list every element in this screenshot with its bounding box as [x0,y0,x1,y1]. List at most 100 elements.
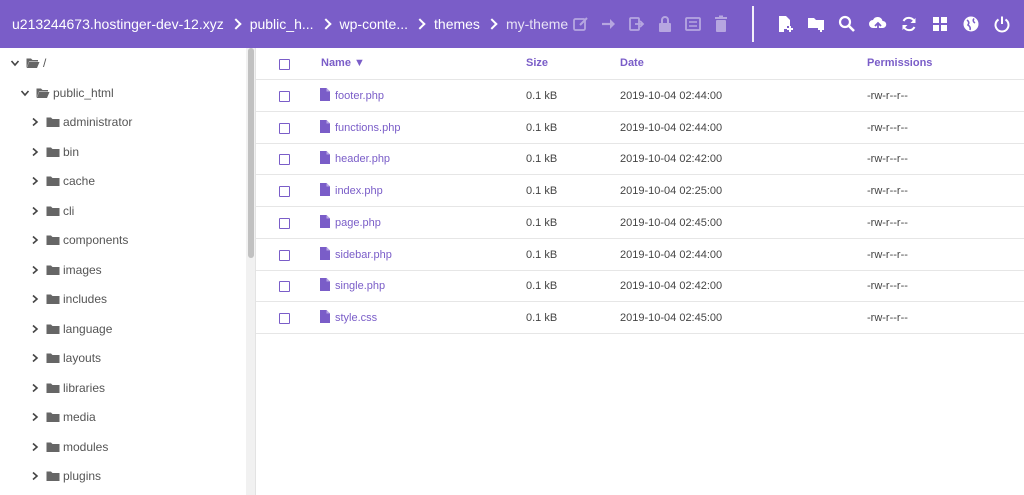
file-name-link[interactable]: index.php [335,185,383,197]
globe-icon[interactable] [962,15,980,33]
file-permissions: -rw-r--r-- [867,280,908,293]
refresh-icon[interactable] [900,15,918,33]
column-header-date[interactable]: Date [620,57,644,69]
new-folder-icon[interactable] [807,15,825,33]
table-row[interactable]: page.php 0.1 kB 2019-10-04 02:45:00 -rw-r--… [256,207,1024,239]
column-header-permissions[interactable]: Permissions [867,57,932,69]
file-icon [320,214,330,228]
chevron-right-icon[interactable] [28,233,42,247]
tree-item-cache[interactable]: cache [28,171,95,191]
chevron-right-icon[interactable] [28,381,42,395]
chevron-right-icon[interactable] [28,204,42,218]
tree-item-media[interactable]: media [28,407,96,427]
tree-item-components[interactable]: components [28,230,128,250]
table-row[interactable]: header.php 0.1 kB 2019-10-04 02:42:00 -rw-r… [256,143,1024,176]
column-header-name[interactable]: Name ▼ [321,57,365,69]
chevron-down-icon[interactable] [18,86,32,100]
folder-icon [46,233,60,247]
row-checkbox[interactable] [279,154,290,166]
tree-item-root[interactable]: / [8,53,46,73]
file-date: 2019-10-04 02:45:00 [620,216,723,229]
folder-icon [46,174,60,188]
tree-item-plugins[interactable]: plugins [28,466,101,486]
folder-icon [46,115,60,129]
breadcrumb-item-domain[interactable]: u213244673.hostinger-dev-12.xyz [12,16,224,32]
chevron-right-icon[interactable] [28,351,42,365]
file-name-link[interactable]: header.php [335,153,390,165]
file-size: 0.1 kB [526,248,558,261]
file-name-link[interactable]: functions.php [335,122,400,134]
archive-icon[interactable] [684,15,702,33]
tree-item-label: layouts [63,351,102,365]
tree-item-includes[interactable]: includes [28,289,107,309]
chevron-right-icon[interactable] [28,115,42,129]
layout-icon[interactable] [931,15,949,33]
row-checkbox[interactable] [279,281,290,293]
tree-item-administrator[interactable]: administrator [28,112,132,132]
file-name-link[interactable]: single.php [335,280,385,292]
breadcrumb-item-themes[interactable]: themes [434,16,480,32]
table-row[interactable]: functions.php 0.1 kB 2019-10-04 02:44:00 -r… [256,112,1024,144]
column-header-size[interactable]: Size [526,57,548,69]
chevron-right-icon[interactable] [28,440,42,454]
row-checkbox[interactable] [279,91,290,102]
tree-item-images[interactable]: images [28,260,102,280]
tree-item-modules[interactable]: modules [28,437,108,457]
upload-icon[interactable] [869,15,887,33]
tree-item-bin[interactable]: bin [28,142,79,162]
chevron-down-icon[interactable] [8,56,22,70]
select-all-checkbox[interactable] [279,59,290,70]
file-name-link[interactable]: footer.php [335,90,384,102]
row-checkbox[interactable] [279,249,290,261]
chevron-right-icon[interactable] [28,292,42,306]
file-icon [320,278,330,292]
tree-item-label: media [63,410,96,424]
new-file-icon[interactable] [776,15,794,33]
tree-item-libraries[interactable]: libraries [28,378,105,398]
row-checkbox[interactable] [279,217,290,229]
table-row[interactable]: index.php 0.1 kB 2019-10-04 02:25:00 -rw-r-… [256,175,1024,208]
tree-item-public-html[interactable]: public_html [18,83,114,103]
file-name-link[interactable]: style.css [335,312,377,324]
chevron-right-icon[interactable] [28,263,42,277]
tree-item-cli[interactable]: cli [28,201,74,221]
file-name-link[interactable]: sidebar.php [335,249,392,261]
sidebar-scrollbar[interactable] [246,48,255,495]
table-row[interactable]: sidebar.php 0.1 kB 2019-10-04 02:44:00 -rw-… [256,239,1024,271]
breadcrumb-item-current: my-theme [505,16,569,32]
folder-open-icon [36,86,50,100]
folder-tree: / public_html administrator bin cache cli co… [0,48,256,495]
file-size: 0.1 kB [526,153,558,166]
tree-item-label: images [63,262,102,277]
table-row[interactable]: single.php 0.1 kB 2019-10-04 02:42:00 -rw-r… [256,270,1024,303]
breadcrumb-item-wp-content[interactable]: wp-conte... [340,16,408,32]
row-checkbox[interactable] [279,122,290,134]
row-checkbox[interactable] [279,186,290,198]
folder-open-icon [26,56,40,70]
tree-item-language[interactable]: language [28,319,112,339]
file-list: Name ▼ Size Date Permissions footer.php 0… [256,48,1024,495]
logout-icon[interactable] [993,15,1011,33]
chevron-right-icon[interactable] [28,469,42,483]
file-permissions: -rw-r--r-- [867,90,908,102]
table-row[interactable]: style.css 0.1 kB 2019-10-04 02:45:00 -rw-r-… [256,302,1024,334]
folder-icon [46,351,60,365]
chevron-right-icon[interactable] [28,322,42,336]
edit-icon[interactable] [572,15,590,33]
chevron-right-icon[interactable] [28,410,42,424]
file-size: 0.1 kB [526,280,558,293]
delete-icon[interactable] [712,15,730,33]
chevron-right-icon[interactable] [28,145,42,159]
chevron-right-icon[interactable] [28,174,42,188]
move-icon[interactable] [600,15,618,33]
row-checkbox[interactable] [279,312,290,324]
tree-item-layouts[interactable]: layouts [28,348,101,368]
permissions-icon[interactable] [656,15,674,33]
table-row[interactable]: footer.php 0.1 kB 2019-10-04 02:44:00 -rw-r… [256,80,1024,112]
breadcrumb-item-public-html[interactable]: public_h... [250,16,314,32]
file-date: 2019-10-04 02:45:00 [620,311,723,324]
scrollbar-thumb[interactable] [248,48,254,258]
file-name-link[interactable]: page.php [335,217,381,229]
search-icon[interactable] [838,15,856,33]
rename-icon[interactable] [628,15,646,33]
